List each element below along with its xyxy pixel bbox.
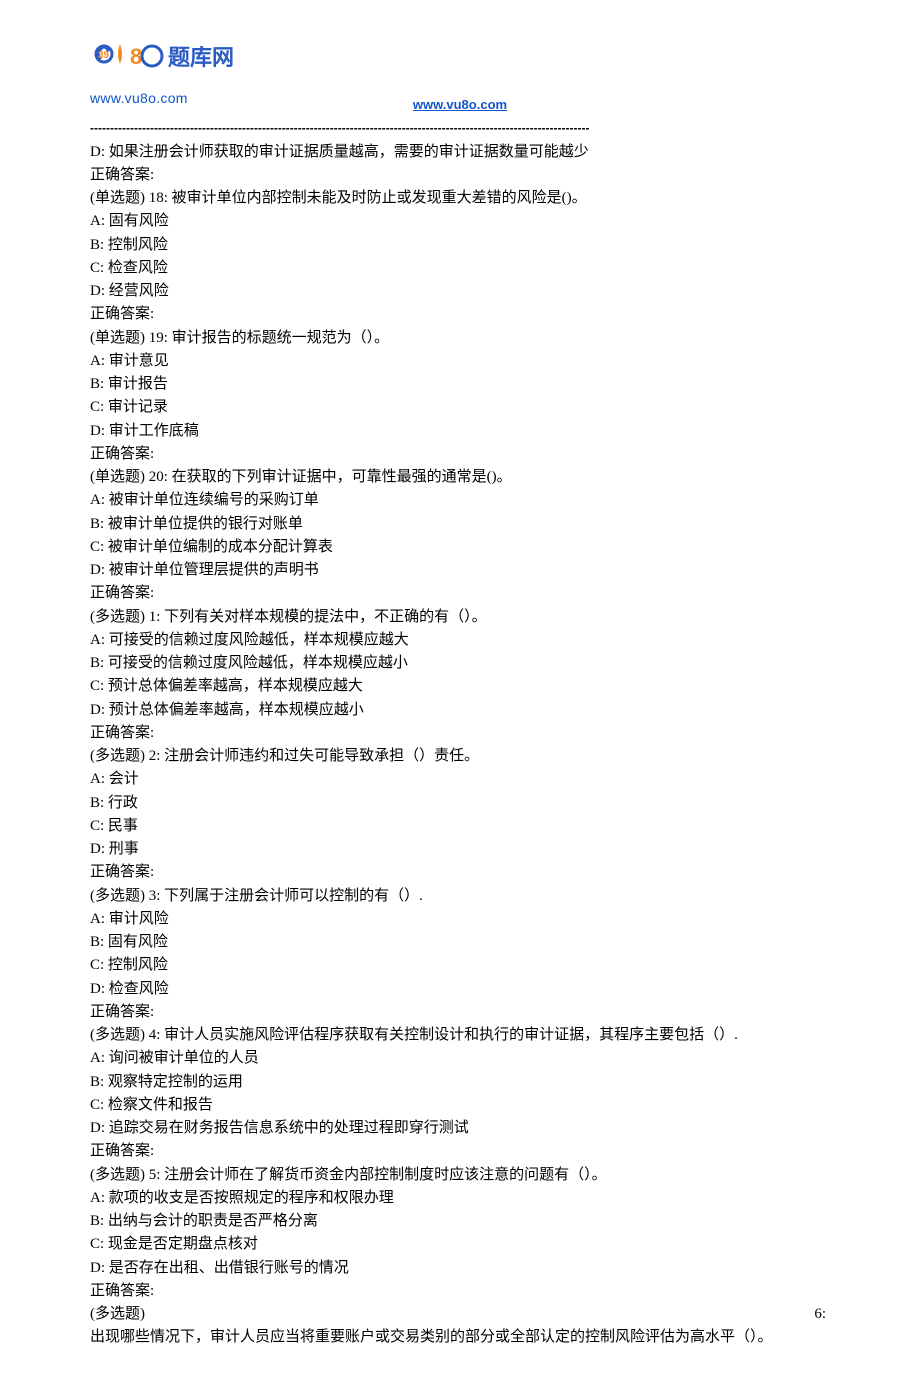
text-line: A: 被审计单位连续编号的采购订单	[90, 489, 830, 512]
text-line: A: 审计意见	[90, 350, 830, 373]
header-divider: ----------------------------------------…	[90, 119, 830, 138]
text-line: D: 刑事	[90, 838, 830, 861]
svg-text:39: 39	[98, 50, 110, 61]
text-line: 正确答案:	[90, 303, 830, 326]
text-line: C: 预计总体偏差率越高，样本规模应越大	[90, 675, 830, 698]
split-right: 6:	[814, 1303, 830, 1326]
text-line: 正确答案:	[90, 443, 830, 466]
text-line: C: 控制风险	[90, 954, 830, 977]
text-line: 正确答案:	[90, 1280, 830, 1303]
text-line: D: 追踪交易在财务报告信息系统中的处理过程即穿行测试	[90, 1117, 830, 1140]
logo-image: 39 8 题库网	[90, 40, 250, 88]
question-content: D: 如果注册会计师获取的审计证据质量越高，需要的审计证据数量可能越少 正确答案…	[90, 141, 830, 1350]
text-line: B: 被审计单位提供的银行对账单	[90, 513, 830, 536]
text-line: D: 检查风险	[90, 978, 830, 1001]
text-line: A: 审计风险	[90, 908, 830, 931]
header-link-row: www.vu8o.com	[90, 94, 830, 117]
text-line: B: 可接受的信赖过度风险越低，样本规模应越小	[90, 652, 830, 675]
text-line: (单选题) 19: 审计报告的标题统一规范为（）。	[90, 327, 830, 350]
text-line: 正确答案:	[90, 722, 830, 745]
text-line: A: 询问被审计单位的人员	[90, 1047, 830, 1070]
site-link[interactable]: www.vu8o.com	[413, 97, 507, 112]
text-line: B: 行政	[90, 792, 830, 815]
text-line: (多选题) 2: 注册会计师违约和过失可能导致承担（）责任。	[90, 745, 830, 768]
text-line: C: 现金是否定期盘点核对	[90, 1233, 830, 1256]
svg-text:8: 8	[130, 44, 142, 69]
text-line: D: 预计总体偏差率越高，样本规模应越小	[90, 699, 830, 722]
text-line: 正确答案:	[90, 1140, 830, 1163]
split-question-row: (多选题) 6:	[90, 1303, 830, 1326]
text-line: A: 可接受的信赖过度风险越低，样本规模应越大	[90, 629, 830, 652]
text-line: C: 检查风险	[90, 257, 830, 280]
text-line: D: 是否存在出租、出借银行账号的情况	[90, 1257, 830, 1280]
text-line: A: 款项的收支是否按照规定的程序和权限办理	[90, 1187, 830, 1210]
text-line: D: 被审计单位管理层提供的声明书	[90, 559, 830, 582]
text-line: (单选题) 20: 在获取的下列审计证据中，可靠性最强的通常是()。	[90, 466, 830, 489]
text-line: (多选题) 1: 下列有关对样本规模的提法中，不正确的有（）。	[90, 606, 830, 629]
text-line: A: 会计	[90, 768, 830, 791]
text-line: C: 民事	[90, 815, 830, 838]
text-line: (多选题) 5: 注册会计师在了解货币资金内部控制制度时应该注意的问题有（）。	[90, 1164, 830, 1187]
text-line: B: 审计报告	[90, 373, 830, 396]
split-left: (多选题)	[90, 1303, 145, 1326]
text-line: (多选题) 4: 审计人员实施风险评估程序获取有关控制设计和执行的审计证据，其程…	[90, 1024, 830, 1047]
text-line: B: 控制风险	[90, 234, 830, 257]
text-line: B: 出纳与会计的职责是否严格分离	[90, 1210, 830, 1233]
text-line: C: 审计记录	[90, 396, 830, 419]
text-line: D: 审计工作底稿	[90, 420, 830, 443]
text-line: 出现哪些情况下，审计人员应当将重要账户或交易类别的部分或全部认定的控制风险评估为…	[90, 1326, 830, 1349]
text-line: 正确答案:	[90, 1001, 830, 1024]
text-line: B: 固有风险	[90, 931, 830, 954]
text-line: (多选题) 3: 下列属于注册会计师可以控制的有（）.	[90, 885, 830, 908]
text-line: C: 检察文件和报告	[90, 1094, 830, 1117]
text-line: 正确答案:	[90, 582, 830, 605]
text-line: D: 经营风险	[90, 280, 830, 303]
text-line: B: 观察特定控制的运用	[90, 1071, 830, 1094]
text-line: D: 如果注册会计师获取的审计证据质量越高，需要的审计证据数量可能越少	[90, 141, 830, 164]
text-line: 正确答案:	[90, 164, 830, 187]
text-line: 正确答案:	[90, 861, 830, 884]
svg-text:题库网: 题库网	[168, 45, 234, 70]
text-line: (单选题) 18: 被审计单位内部控制未能及时防止或发现重大差错的风险是()。	[90, 187, 830, 210]
text-line: C: 被审计单位编制的成本分配计算表	[90, 536, 830, 559]
text-line: A: 固有风险	[90, 210, 830, 233]
